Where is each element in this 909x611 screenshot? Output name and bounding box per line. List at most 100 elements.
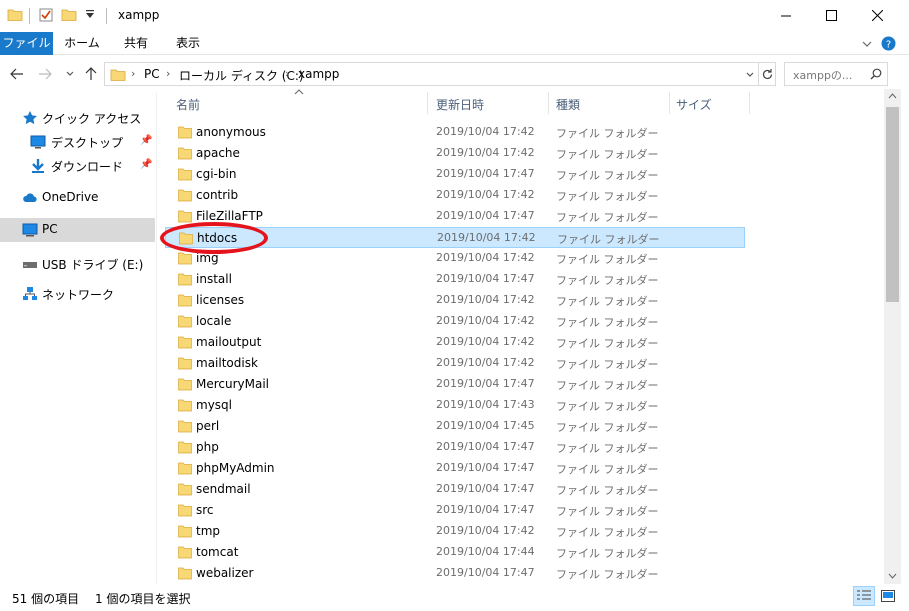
- table-row[interactable]: php 2019/10/04 17:47 ファイル フォルダー: [165, 437, 745, 458]
- nav-item-desktop[interactable]: デスクトップ 📌: [0, 130, 155, 154]
- refresh-icon[interactable]: [761, 68, 774, 81]
- column-header-type[interactable]: 種類: [549, 89, 669, 117]
- folder-icon: [178, 147, 192, 160]
- tab-share[interactable]: 共有: [116, 32, 156, 55]
- table-row[interactable]: locale 2019/10/04 17:42 ファイル フォルダー: [165, 311, 745, 332]
- large-icons-view-button[interactable]: [877, 586, 899, 606]
- file-name[interactable]: mysql: [196, 398, 232, 412]
- nav-item-quick-access[interactable]: クイック アクセス: [0, 106, 155, 130]
- nav-item-onedrive[interactable]: OneDrive: [0, 186, 155, 210]
- tab-file[interactable]: ファイル: [0, 32, 53, 55]
- properties-icon[interactable]: [38, 7, 54, 23]
- usb-drive-icon: [23, 262, 37, 268]
- file-name[interactable]: anonymous: [196, 125, 266, 139]
- file-date: 2019/10/04 17:47: [436, 167, 535, 180]
- file-name[interactable]: mailtodisk: [196, 356, 258, 370]
- file-name[interactable]: FileZillaFTP: [196, 209, 263, 223]
- help-icon[interactable]: ?: [881, 36, 896, 51]
- table-row[interactable]: phpMyAdmin 2019/10/04 17:47 ファイル フォルダー: [165, 458, 745, 479]
- column-header-size[interactable]: サイズ: [670, 89, 750, 117]
- nav-item-network[interactable]: ネットワーク: [0, 282, 155, 306]
- column-header-date[interactable]: 更新日時: [428, 89, 548, 117]
- table-row[interactable]: tomcat 2019/10/04 17:44 ファイル フォルダー: [165, 542, 745, 563]
- file-name[interactable]: locale: [196, 314, 231, 328]
- table-row[interactable]: apache 2019/10/04 17:42 ファイル フォルダー: [165, 143, 745, 164]
- table-row[interactable]: anonymous 2019/10/04 17:42 ファイル フォルダー: [165, 122, 745, 143]
- breadcrumb-pc[interactable]: PC: [144, 67, 160, 81]
- maximize-button[interactable]: [809, 0, 854, 31]
- up-button[interactable]: [82, 65, 100, 83]
- pc-icon: [22, 223, 38, 237]
- item-count: 51 個の項目: [12, 592, 80, 606]
- recent-locations-button[interactable]: [61, 65, 79, 83]
- table-row[interactable]: cgi-bin 2019/10/04 17:47 ファイル フォルダー: [165, 164, 745, 185]
- scroll-down-icon[interactable]: [888, 573, 897, 579]
- file-name[interactable]: php: [196, 440, 219, 454]
- file-name[interactable]: webalizer: [196, 566, 253, 580]
- file-name[interactable]: src: [196, 503, 214, 517]
- file-name[interactable]: cgi-bin: [196, 167, 236, 181]
- customize-qat-icon[interactable]: [82, 7, 98, 23]
- tab-view[interactable]: 表示: [168, 32, 208, 55]
- chevron-down-icon[interactable]: [745, 70, 755, 80]
- details-view-button[interactable]: [853, 586, 875, 606]
- file-name[interactable]: MercuryMail: [196, 377, 269, 391]
- nav-item-pc[interactable]: PC: [0, 218, 155, 242]
- scrollbar-thumb[interactable]: [886, 107, 899, 302]
- folder-icon: [178, 168, 192, 181]
- nav-item-label: ネットワーク: [42, 288, 115, 302]
- table-row[interactable]: tmp 2019/10/04 17:42 ファイル フォルダー: [165, 521, 745, 542]
- table-row[interactable]: contrib 2019/10/04 17:42 ファイル フォルダー: [165, 185, 745, 206]
- file-name[interactable]: apache: [196, 146, 240, 160]
- column-header-name[interactable]: 名前: [167, 89, 427, 117]
- close-button[interactable]: [855, 0, 900, 31]
- file-name[interactable]: install: [196, 272, 232, 286]
- file-name[interactable]: mailoutput: [196, 335, 261, 349]
- file-name[interactable]: contrib: [196, 188, 238, 202]
- back-button[interactable]: [8, 65, 26, 83]
- address-bar[interactable]: › PC › ローカル ディスク (C:) › xampp: [104, 62, 776, 86]
- table-row[interactable]: mailoutput 2019/10/04 17:42 ファイル フォルダー: [165, 332, 745, 353]
- table-row[interactable]: FileZillaFTP 2019/10/04 17:47 ファイル フォルダー: [165, 206, 745, 227]
- table-row[interactable]: perl 2019/10/04 17:45 ファイル フォルダー: [165, 416, 745, 437]
- large-icons-view-icon: [881, 590, 895, 602]
- table-row[interactable]: MercuryMail 2019/10/04 17:47 ファイル フォルダー: [165, 374, 745, 395]
- file-name[interactable]: licenses: [196, 293, 244, 307]
- file-type: ファイル フォルダー: [556, 484, 659, 497]
- search-input[interactable]: xamppの...: [784, 62, 888, 86]
- table-row[interactable]: mysql 2019/10/04 17:43 ファイル フォルダー: [165, 395, 745, 416]
- table-row[interactable]: sendmail 2019/10/04 17:47 ファイル フォルダー: [165, 479, 745, 500]
- table-row[interactable]: mailtodisk 2019/10/04 17:42 ファイル フォルダー: [165, 353, 745, 374]
- file-name[interactable]: tomcat: [196, 545, 238, 559]
- chevron-down-icon[interactable]: [861, 38, 873, 50]
- ribbon-tabs: ファイル ホーム 共有 表示 ?: [0, 32, 909, 55]
- table-row[interactable]: webalizer 2019/10/04 17:47 ファイル フォルダー: [165, 563, 745, 584]
- new-folder-icon[interactable]: [61, 7, 77, 23]
- pane-splitter[interactable]: [156, 92, 157, 584]
- breadcrumb-xampp[interactable]: xampp: [298, 67, 339, 81]
- column-divider[interactable]: [749, 92, 750, 114]
- file-type: ファイル フォルダー: [556, 190, 659, 203]
- nav-item-label: OneDrive: [42, 190, 99, 204]
- minimize-button[interactable]: [764, 0, 809, 31]
- table-row[interactable]: src 2019/10/04 17:47 ファイル フォルダー: [165, 500, 745, 521]
- file-date: 2019/10/04 17:47: [436, 209, 535, 222]
- file-date: 2019/10/04 17:47: [436, 461, 535, 474]
- table-row[interactable]: install 2019/10/04 17:47 ファイル フォルダー: [165, 269, 745, 290]
- file-type: ファイル フォルダー: [556, 211, 659, 224]
- file-name[interactable]: perl: [196, 419, 219, 433]
- scroll-up-icon[interactable]: [888, 93, 897, 99]
- nav-item-downloads[interactable]: ダウンロード 📌: [0, 154, 155, 178]
- file-date: 2019/10/04 17:47: [436, 377, 535, 390]
- forward-button[interactable]: [36, 65, 54, 83]
- file-name[interactable]: sendmail: [196, 482, 251, 496]
- folder-icon: [178, 525, 192, 538]
- file-name[interactable]: tmp: [196, 524, 220, 538]
- nav-item-usb-drive[interactable]: USB ドライブ (E:): [0, 252, 155, 276]
- table-row[interactable]: licenses 2019/10/04 17:42 ファイル フォルダー: [165, 290, 745, 311]
- folder-icon: [178, 126, 192, 139]
- file-name[interactable]: phpMyAdmin: [196, 461, 275, 475]
- file-type: ファイル フォルダー: [556, 442, 659, 455]
- table-row[interactable]: img 2019/10/04 17:42 ファイル フォルダー: [165, 248, 745, 269]
- tab-home[interactable]: ホーム: [60, 32, 104, 55]
